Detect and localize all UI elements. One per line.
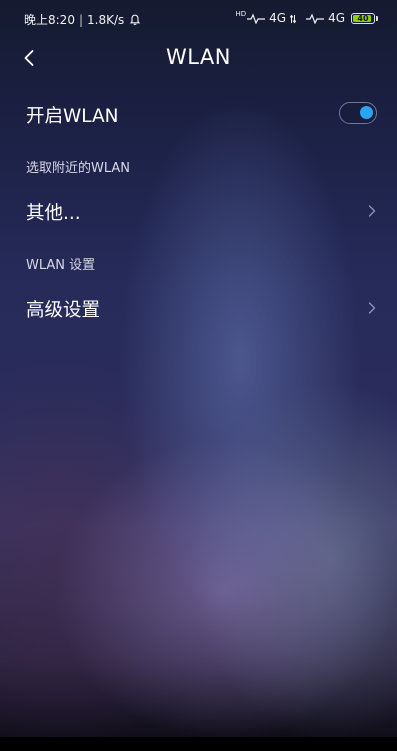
settings-section-title: WLAN 设置 [26,258,96,273]
status-right: HD 4G 4G 40 [235,10,378,25]
toggle-knob [360,106,373,119]
signal-wave-icon [247,13,266,24]
status-bar: 晚上8:20 | 1.8K/s HD 4G 4G 40 [0,0,397,36]
advanced-settings-label: 高级设置 [26,300,101,321]
status-left: 晚上8:20 | 1.8K/s [24,11,141,28]
battery-icon: 40 [351,12,378,24]
nearby-section-header: 选取附近的WLAN [0,152,397,178]
wlan-toggle-row[interactable]: 开启WLAN [0,90,397,138]
network-type-1: 4G [269,11,287,25]
chevron-right-icon [368,302,376,314]
wlan-toggle-switch[interactable] [339,102,377,124]
network-speed: 1.8K/s [87,12,125,27]
status-separator: | [78,12,83,27]
battery-level: 40 [357,13,369,23]
network-type-2: 4G [328,11,345,25]
battery-tip [376,15,378,21]
other-network-item[interactable]: 其他... [0,186,397,236]
navigation-bar [0,737,397,751]
nearby-section-title: 选取附近的WLAN [26,161,131,176]
hd-label: HD [235,10,247,18]
signal-wave-icon-2 [306,13,325,24]
wlan-toggle-label: 开启WLAN [26,106,119,127]
page-title: WLAN [165,45,232,69]
advanced-settings-item[interactable]: 高级设置 [0,283,397,333]
settings-section-header: WLAN 设置 [0,249,397,275]
status-time: 晚上8:20 [24,13,75,27]
data-activity-icon [289,13,297,24]
other-network-label: 其他... [26,203,81,224]
header: WLAN [0,36,397,84]
chevron-right-icon [368,205,376,217]
bell-icon [129,14,141,26]
